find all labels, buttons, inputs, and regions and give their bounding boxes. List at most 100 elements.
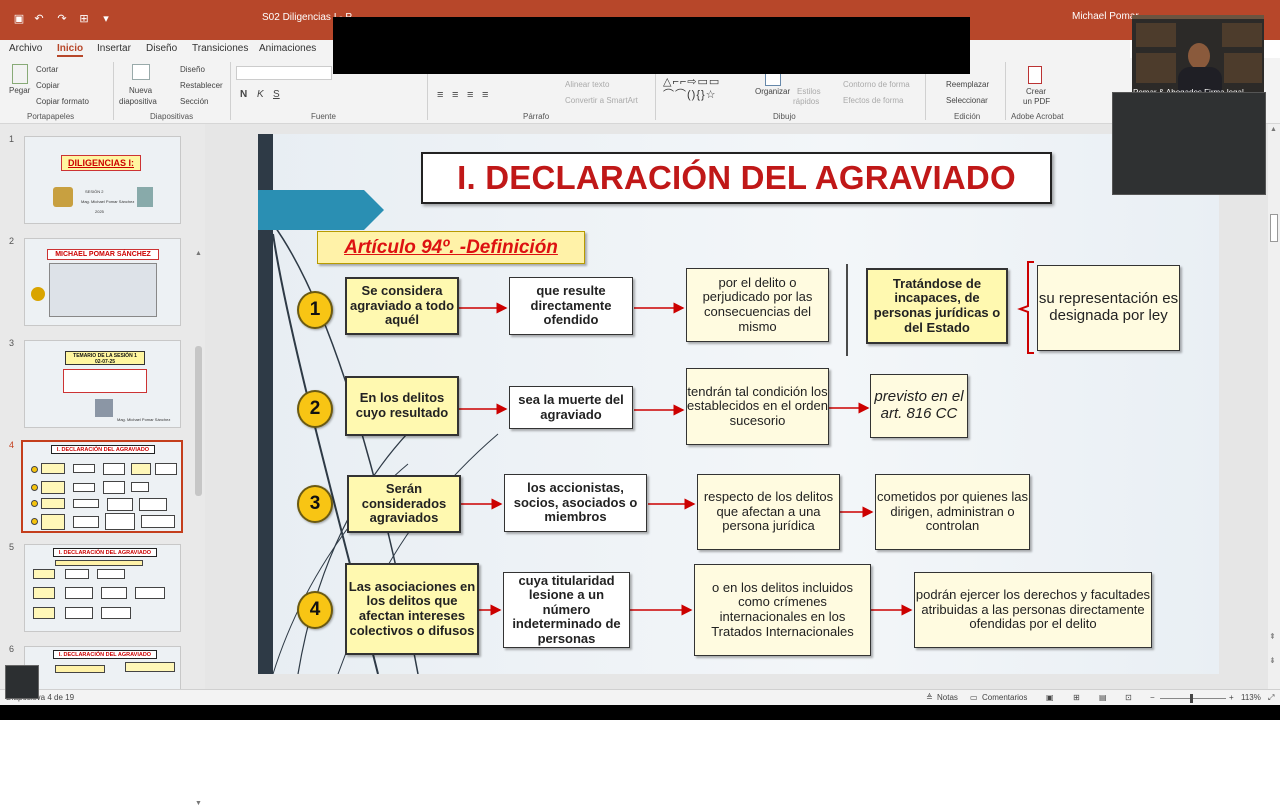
tab-archivo[interactable]: Archivo — [9, 43, 42, 54]
slide-thumbnail[interactable]: DILIGENCIAS I: SESIÓN 2 Mag. Michael Pom… — [24, 136, 181, 224]
new-slide-icon[interactable] — [132, 64, 150, 80]
row4-box4[interactable]: podrán ejercer los derechos y facultades… — [914, 572, 1152, 648]
row1-box2[interactable]: que resulte directamente ofendido — [509, 277, 633, 335]
select-button[interactable]: Seleccionar — [946, 96, 988, 105]
align-right-icon[interactable]: ≡ — [467, 89, 473, 101]
slide-thumbnail-selected[interactable]: I. DECLARACIÓN DEL AGRAVIADO — [21, 440, 183, 533]
slide-thumbnail[interactable]: MICHAEL POMAR SÁNCHEZ — [24, 238, 181, 326]
shape-outline-button[interactable]: Contorno de forma — [843, 80, 910, 89]
row3-box1[interactable]: Serán considerados agraviados — [347, 475, 461, 533]
save-icon[interactable]: ▣ — [13, 13, 25, 25]
row4-box2[interactable]: cuya titularidad lesione a un número ind… — [503, 572, 630, 648]
row1-box1[interactable]: Se considera agraviado a todo aquél — [345, 277, 459, 335]
italic-icon[interactable]: K — [257, 89, 264, 100]
row3-box3[interactable]: respecto de los delitos que afectan a un… — [697, 474, 840, 550]
format-painter-button[interactable]: Copiar formato — [36, 97, 89, 106]
row4-box3[interactable]: o en los delitos incluidos como crímenes… — [694, 564, 871, 656]
comments-button[interactable]: Comentarios — [982, 693, 1027, 702]
video-tile[interactable] — [1112, 92, 1266, 195]
reading-view-icon[interactable]: ▤ — [1099, 693, 1107, 702]
paste-icon[interactable] — [12, 64, 28, 84]
slide[interactable]: I. DECLARACIÓN DEL AGRAVIADO Artículo 94… — [258, 134, 1219, 674]
underline-icon[interactable]: S — [273, 89, 280, 100]
font-family-select[interactable] — [236, 66, 332, 80]
align-left-icon[interactable]: ≡ — [437, 89, 443, 101]
tab-insertar[interactable]: Insertar — [97, 43, 131, 54]
thumbnail-shape — [41, 463, 65, 474]
layout-button[interactable]: Diseño — [180, 65, 205, 74]
create-pdf-button-line2[interactable]: un PDF — [1023, 97, 1050, 106]
tab-diseno[interactable]: Diseño — [146, 43, 177, 54]
row2-box3[interactable]: tendrán tal condición los establecidos e… — [686, 368, 829, 445]
slide-thumbnail-pane: 1 DILIGENCIAS I: SESIÓN 2 Mag. Michael P… — [0, 124, 205, 807]
tab-transiciones[interactable]: Transiciones — [192, 43, 248, 54]
presenter-video[interactable]: Pomar & Abogados Firma legal — [1132, 15, 1264, 101]
copy-button[interactable]: Copiar — [36, 81, 60, 90]
zoom-level[interactable]: 113% — [1241, 693, 1261, 702]
comments-icon[interactable]: ▭ — [970, 693, 978, 702]
scroll-down-icon[interactable]: ▼ — [195, 800, 202, 807]
step-number-4: 4 — [297, 591, 333, 629]
user-name[interactable]: Michael Pomar — [1072, 11, 1139, 22]
row3-box4[interactable]: cometidos por quienes las dirigen, admin… — [875, 474, 1030, 550]
group-label-dibujo: Dibujo — [773, 112, 796, 121]
row3-box2[interactable]: los accionistas, socios, asociados o mie… — [504, 474, 647, 532]
row1-box5[interactable]: su representación es designada por ley — [1037, 265, 1180, 351]
zoom-slider[interactable] — [1160, 698, 1226, 699]
row2-box1[interactable]: En los delitos cuyo resultado — [345, 376, 459, 436]
row2-box4[interactable]: previsto en el art. 816 CC — [870, 374, 968, 438]
new-slide-button[interactable]: Nueva — [129, 86, 152, 95]
scrollbar-thumb[interactable] — [1270, 214, 1278, 242]
pdf-icon[interactable] — [1028, 66, 1042, 84]
present-icon[interactable]: ⊞ — [78, 13, 90, 25]
paste-button[interactable]: Pegar — [9, 86, 30, 95]
customize-qat-icon[interactable]: ▾ — [100, 13, 112, 25]
section-button[interactable]: Sección — [180, 97, 208, 106]
notes-button[interactable]: Notas — [937, 693, 958, 702]
quick-styles-button[interactable]: Estilos — [797, 87, 821, 96]
new-slide-button-line2[interactable]: diapositiva — [119, 97, 157, 106]
shape-effects-button[interactable]: Efectos de forma — [843, 96, 903, 105]
reset-button[interactable]: Restablecer — [180, 81, 223, 90]
notes-icon[interactable]: ≜ — [926, 693, 933, 702]
justify-icon[interactable]: ≡ — [482, 89, 488, 101]
row1-box4[interactable]: Tratándose de incapaces, de personas jur… — [866, 268, 1008, 344]
cut-button[interactable]: Cortar — [36, 65, 58, 74]
undo-icon[interactable]: ↶ — [33, 13, 45, 25]
row1-box3[interactable]: por el delito o perjudicado por las cons… — [686, 268, 829, 342]
slide-sorter-icon[interactable]: ⊞ — [1073, 693, 1080, 702]
fit-to-window-icon[interactable]: ⤢ — [1268, 693, 1274, 703]
scroll-up-icon[interactable]: ▲ — [195, 250, 202, 257]
zoom-out-icon[interactable]: − — [1150, 693, 1155, 702]
shapes-gallery-icon[interactable]: △⌐⌐⇨▭▭ ⌒⌒(){}☆ — [663, 76, 751, 104]
previous-slide-icon[interactable]: ⇞ — [1269, 632, 1276, 641]
scrollbar-thumb[interactable] — [195, 346, 202, 496]
thumbnail-shape — [141, 515, 175, 528]
arrange-button[interactable]: Organizar — [755, 87, 790, 96]
slide-thumbnail[interactable]: I. DECLARACIÓN DEL AGRAVIADO — [24, 544, 181, 632]
normal-view-icon[interactable]: ▣ — [1046, 693, 1054, 702]
replace-button[interactable]: Reemplazar — [946, 80, 989, 89]
zoom-in-icon[interactable]: + — [1229, 693, 1234, 702]
video-thumbnail[interactable] — [5, 665, 39, 699]
smartart-button[interactable]: Convertir a SmartArt — [565, 96, 638, 105]
row2-box2[interactable]: sea la muerte del agraviado — [509, 386, 633, 429]
bold-icon[interactable]: N — [240, 89, 247, 100]
redo-icon[interactable]: ↷ — [56, 13, 68, 25]
slide-thumbnail[interactable]: TEMARIO DE LA SESIÓN 1 02-07-25 Mag. Mich… — [24, 340, 181, 428]
scroll-up-icon[interactable]: ▲ — [1270, 126, 1277, 133]
align-center-icon[interactable]: ≡ — [452, 89, 458, 101]
quick-styles-button-line2[interactable]: rápidos — [793, 97, 819, 106]
screen-border — [0, 705, 1280, 720]
row4-box1[interactable]: Las asociaciones en los delitos que afec… — [345, 563, 479, 655]
next-slide-icon[interactable]: ⇟ — [1269, 656, 1276, 665]
thumbnail-scrollbar[interactable]: ▲ ▼ — [193, 250, 203, 810]
tab-inicio[interactable]: Inicio — [57, 43, 84, 57]
slide-scrollbar[interactable]: ▲ ⇞ ⇟ — [1268, 124, 1280, 689]
create-pdf-button[interactable]: Crear — [1026, 87, 1046, 96]
tab-animaciones[interactable]: Animaciones — [259, 43, 316, 54]
slideshow-icon[interactable]: ⊡ — [1125, 693, 1132, 702]
align-text-button[interactable]: Alinear texto — [565, 80, 609, 89]
slide-thumbnail[interactable]: I. DECLARACIÓN DEL AGRAVIADO — [24, 646, 181, 689]
zoom-slider-thumb[interactable] — [1190, 694, 1193, 703]
